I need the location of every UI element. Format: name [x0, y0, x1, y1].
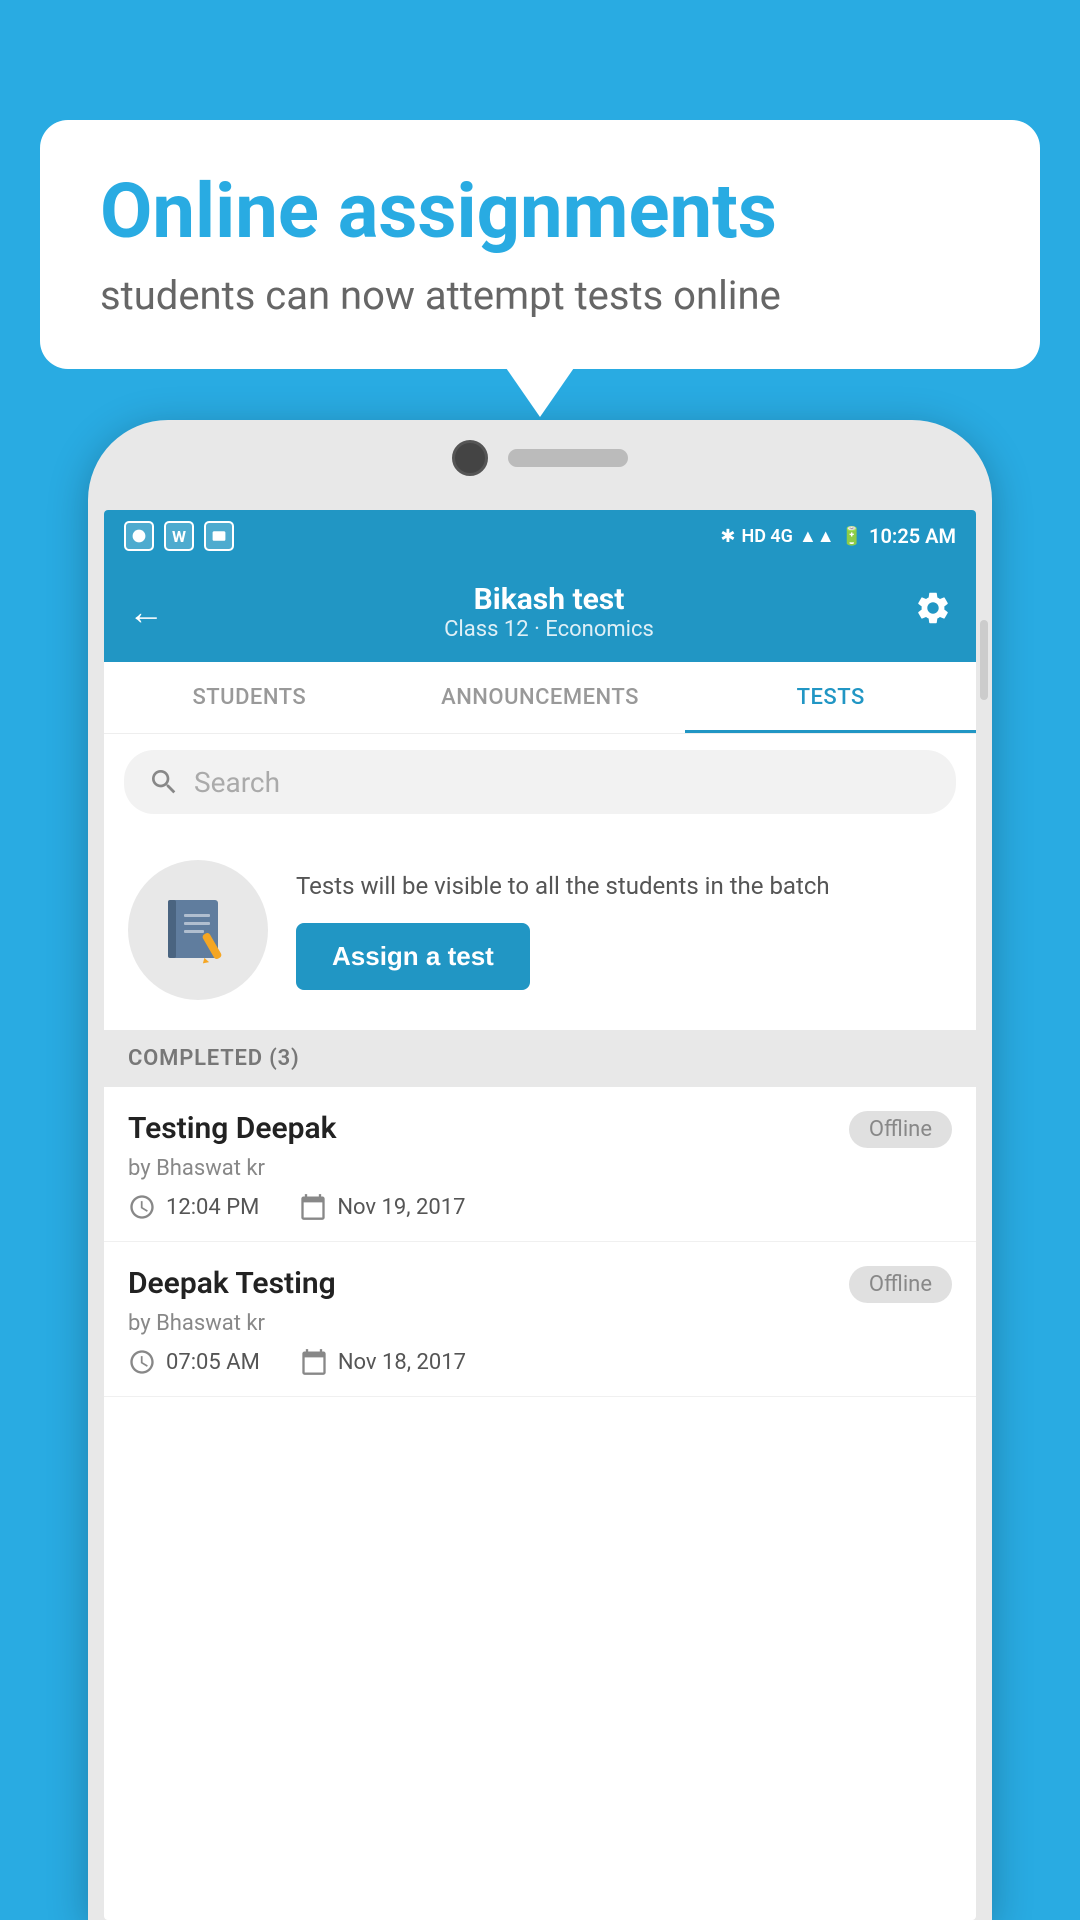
tab-announcements[interactable]: ANNOUNCEMENTS: [395, 662, 686, 733]
assign-test-button[interactable]: Assign a test: [296, 923, 530, 990]
class-subtitle: Class 12 · Economics: [184, 617, 914, 642]
battery-icon: 🔋: [841, 526, 863, 547]
test-name: Testing Deepak: [128, 1111, 336, 1146]
app-bar: ← Bikash test Class 12 · Economics: [104, 562, 976, 662]
speech-bubble: Online assignments students can now atte…: [40, 120, 1040, 369]
status-app-icon-2: W: [164, 521, 194, 551]
clock-icon: [128, 1348, 156, 1376]
tab-tests[interactable]: TESTS: [685, 662, 976, 733]
test-author: by Bhaswat kr: [128, 1156, 952, 1181]
status-app-icon-1: [124, 521, 154, 551]
status-app-icon-3: [204, 521, 234, 551]
time-display: 10:25 AM: [869, 524, 956, 548]
assign-test-section: Tests will be visible to all the student…: [104, 830, 976, 1030]
test-meta: 12:04 PM Nov 19, 2017: [128, 1193, 952, 1221]
phone-side-button: [980, 620, 988, 700]
calendar-icon: [299, 1193, 327, 1221]
signal-icon: ▲▲: [799, 526, 835, 547]
test-name: Deepak Testing: [128, 1266, 336, 1301]
status-bar: W ✱ HD 4G ▲▲ 🔋 10:25 AM: [104, 510, 976, 562]
app-bar-title-group: Bikash test Class 12 · Economics: [184, 582, 914, 642]
phone-speaker: [508, 449, 628, 467]
search-icon: [148, 766, 180, 798]
test-item[interactable]: Testing Deepak Offline by Bhaswat kr 12:…: [104, 1087, 976, 1242]
settings-button[interactable]: [914, 589, 952, 635]
search-input[interactable]: Search: [194, 766, 280, 799]
test-item[interactable]: Deepak Testing Offline by Bhaswat kr 07:…: [104, 1242, 976, 1397]
network-label: HD 4G: [741, 526, 793, 547]
calendar-icon: [300, 1348, 328, 1376]
notebook-icon: [158, 890, 238, 970]
tab-students[interactable]: STUDENTS: [104, 662, 395, 733]
assign-icon-circle: [128, 860, 268, 1000]
phone-camera: [452, 440, 488, 476]
class-name: Bikash test: [184, 582, 914, 617]
back-button[interactable]: ←: [128, 591, 164, 633]
status-badge: Offline: [849, 1111, 952, 1148]
speech-bubble-subtitle: students can now attempt tests online: [100, 272, 980, 319]
status-bar-right: ✱ HD 4G ▲▲ 🔋 10:25 AM: [720, 524, 956, 548]
bluetooth-icon: ✱: [720, 526, 735, 547]
clock-icon: [128, 1193, 156, 1221]
phone-screen: W ✱ HD 4G ▲▲ 🔋 10:25 AM ← Bikash test Cl…: [104, 510, 976, 1920]
test-meta: 07:05 AM Nov 18, 2017: [128, 1348, 952, 1376]
search-bar-wrapper: Search: [104, 734, 976, 830]
completed-section-header: COMPLETED (3): [104, 1030, 976, 1087]
search-bar[interactable]: Search: [124, 750, 956, 814]
assign-content: Tests will be visible to all the student…: [296, 870, 952, 991]
test-date: Nov 18, 2017: [300, 1348, 466, 1376]
assign-description: Tests will be visible to all the student…: [296, 870, 952, 904]
status-bar-left: W: [124, 521, 234, 551]
test-time: 12:04 PM: [128, 1193, 259, 1221]
tab-bar: STUDENTS ANNOUNCEMENTS TESTS: [104, 662, 976, 734]
status-badge: Offline: [849, 1266, 952, 1303]
speech-bubble-title: Online assignments: [100, 170, 980, 254]
test-date: Nov 19, 2017: [299, 1193, 465, 1221]
test-time: 07:05 AM: [128, 1348, 260, 1376]
phone-frame: W ✱ HD 4G ▲▲ 🔋 10:25 AM ← Bikash test Cl…: [88, 420, 992, 1920]
test-author: by Bhaswat kr: [128, 1311, 952, 1336]
